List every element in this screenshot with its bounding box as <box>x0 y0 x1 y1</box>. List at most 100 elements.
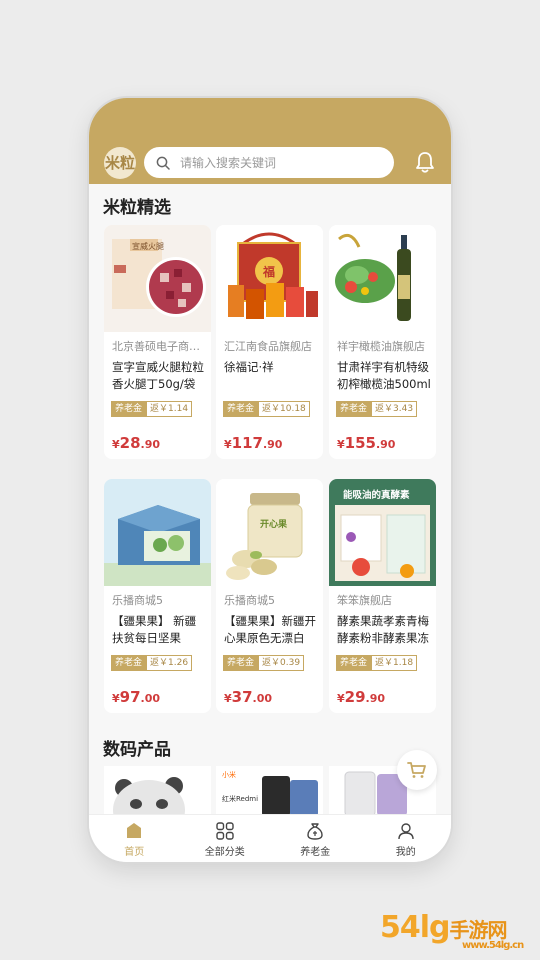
product-price: ¥37.00 <box>224 687 272 706</box>
pension-tag-value: 返￥1.26 <box>146 655 193 671</box>
search-icon <box>156 156 170 170</box>
bell-icon[interactable] <box>414 150 436 174</box>
product-price: ¥117.90 <box>224 433 282 452</box>
pension-tag-value: 返￥3.43 <box>371 401 418 417</box>
price-decimal: .90 <box>365 692 386 705</box>
product-card[interactable]: 宣威火腿 北京善硕电子商务有限公司 宣字宣威火腿粒粒香火腿丁50g/袋 养老金 … <box>104 225 211 459</box>
watermark-url: www.54lg.cn <box>462 940 524 951</box>
price-integer: 155 <box>344 434 376 452</box>
pension-tag-label: 养老金 <box>111 401 147 417</box>
product-image-label: 开心果 <box>260 520 288 530</box>
pension-tag-label: 养老金 <box>336 401 372 417</box>
watermark-text: 54lg <box>380 910 451 945</box>
price-integer: 117 <box>231 434 263 452</box>
panda-speaker-image <box>113 777 185 814</box>
pension-tag-label: 养老金 <box>223 655 259 671</box>
product-price: ¥97.00 <box>112 687 160 706</box>
pension-tag-label: 养老金 <box>336 655 372 671</box>
pension-tag-value: 返￥10.18 <box>258 401 310 417</box>
phone-product-image <box>262 776 318 814</box>
product-title: 宣字宣威火腿粒粒香火腿丁50g/袋 <box>112 360 204 391</box>
bottom-tab-bar: 首页 全部分类 养老金 我的 <box>89 814 451 862</box>
pension-tag-value: 返￥0.39 <box>258 655 305 671</box>
top-header: 米粒 <box>89 98 451 184</box>
product-image-label: 能吸油的真酵素 <box>343 490 410 501</box>
pension-tag-value: 返￥1.14 <box>146 401 193 417</box>
product-title: 【疆果果】 新疆扶贫每日坚果600g <box>112 614 197 645</box>
product-image-label: 宣威火腿 <box>132 242 164 251</box>
pension-tag-label: 养老金 <box>223 401 259 417</box>
brand-label: 红米Redmi <box>222 795 259 803</box>
pension-tag: 养老金 返￥1.14 <box>111 401 193 417</box>
mi-logo: 小米 <box>222 771 236 779</box>
price-currency: ¥ <box>224 692 232 705</box>
price-integer: 97 <box>119 688 141 706</box>
grid-icon <box>216 822 234 840</box>
pistachio-jar-image: 开心果 <box>216 479 323 586</box>
shop-name: 乐播商城5 <box>112 594 163 607</box>
olive-oil-image <box>329 225 436 332</box>
price-currency: ¥ <box>337 438 345 451</box>
product-card[interactable]: 乐播商城5 【疆果果】 新疆扶贫每日坚果600g 养老金 返￥1.26 ¥97.… <box>104 479 211 713</box>
digital-product-card[interactable] <box>104 766 211 814</box>
search-bar[interactable] <box>144 147 394 178</box>
product-title: 酵素果蔬孝素青梅酵素粉非酵素果冻 <box>337 614 429 645</box>
product-title: 甘肃祥宇有机特级初榨橄榄油500ml <box>337 360 431 391</box>
featured-section-title: 米粒精选 <box>103 198 171 218</box>
price-integer: 37 <box>231 688 253 706</box>
price-currency: ¥ <box>224 438 232 451</box>
tab-home[interactable]: 首页 <box>89 815 180 862</box>
price-integer: 28 <box>119 434 141 452</box>
cart-icon <box>407 762 426 778</box>
price-decimal: .90 <box>140 438 161 451</box>
pension-tag-value: 返￥1.18 <box>371 655 418 671</box>
product-card[interactable]: 祥宇橄榄油旗舰店 甘肃祥宇有机特级初榨橄榄油500ml 养老金 返￥3.43 ¥… <box>329 225 436 459</box>
pension-tag: 养老金 返￥0.39 <box>223 655 305 671</box>
digital-section-title: 数码产品 <box>103 740 171 760</box>
price-currency: ¥ <box>337 692 345 705</box>
phone-frame: 米粒 米粒精选 <box>89 98 451 862</box>
watermark-small-text: 手游网 <box>449 918 508 942</box>
diced-ham-product-image: 宣威火腿 <box>104 225 211 332</box>
pension-tag: 养老金 返￥3.43 <box>336 401 418 417</box>
product-card[interactable]: 福 汇江南食品旗舰店 徐福记·祥 养老金 返￥10.18 ¥117.90 <box>216 225 323 459</box>
shop-name: 乐播商城5 <box>224 594 275 607</box>
gift-box-snacks-image: 福 <box>216 225 323 332</box>
cart-button[interactable] <box>397 750 437 790</box>
home-icon <box>127 823 142 838</box>
tab-pension[interactable]: 养老金 <box>270 815 361 862</box>
shop-name: 汇江南食品旗舰店 <box>224 340 312 353</box>
product-price: ¥29.90 <box>337 687 385 706</box>
pension-tag: 养老金 返￥1.26 <box>111 655 193 671</box>
price-decimal: .00 <box>252 692 273 705</box>
product-price: ¥28.90 <box>112 433 160 452</box>
app-logo[interactable]: 米粒 <box>104 147 136 179</box>
product-price: ¥155.90 <box>337 433 395 452</box>
search-input[interactable] <box>178 154 382 171</box>
tab-label: 首页 <box>124 847 145 858</box>
product-card[interactable]: 能吸油的真酵素 笨笨旗舰店 酵素果蔬孝素青梅酵素粉非酵素果冻 养老金 返￥1.1… <box>329 479 436 713</box>
tab-label: 养老金 <box>300 847 331 858</box>
price-decimal: .00 <box>140 692 161 705</box>
pension-tag: 养老金 返￥1.18 <box>336 655 418 671</box>
site-watermark: 54lg手游网 www.54lg.cn <box>380 910 524 951</box>
digital-product-card[interactable]: 小米 红米Redmi <box>216 766 323 814</box>
tab-label: 我的 <box>395 847 416 858</box>
tab-label: 全部分类 <box>204 847 245 858</box>
user-icon <box>398 823 414 840</box>
shop-name: 祥宇橄榄油旗舰店 <box>337 340 425 353</box>
money-bag-icon <box>307 823 323 840</box>
price-currency: ¥ <box>112 438 120 451</box>
nut-box-image <box>104 479 211 586</box>
shop-name: 笨笨旗舰店 <box>337 594 392 607</box>
price-decimal: .90 <box>262 438 283 451</box>
tab-profile[interactable]: 我的 <box>361 815 452 862</box>
price-decimal: .90 <box>375 438 396 451</box>
product-card[interactable]: 开心果 乐播商城5 【疆果果】新疆开心果原色无漂白500g 养老金 返￥0.39… <box>216 479 323 713</box>
tab-categories[interactable]: 全部分类 <box>180 815 271 862</box>
price-currency: ¥ <box>112 692 120 705</box>
shop-name: 北京善硕电子商务有限公司 <box>112 340 207 353</box>
product-title: 【疆果果】新疆开心果原色无漂白500g <box>224 614 316 645</box>
product-image-label: 福 <box>263 265 276 279</box>
price-integer: 29 <box>344 688 366 706</box>
